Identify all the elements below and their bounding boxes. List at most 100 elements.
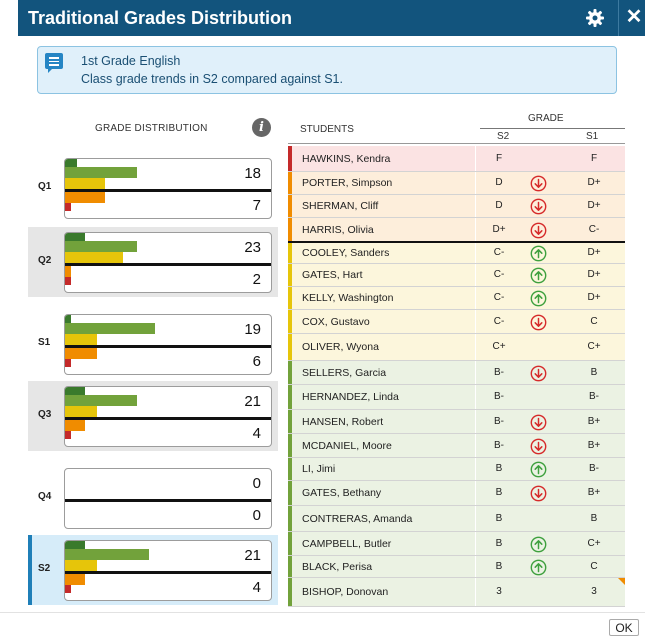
student-row[interactable]: KELLY, Washington C- D+ <box>288 287 625 310</box>
student-row[interactable]: LI, Jimi B B- <box>288 458 625 481</box>
period-label: S2 <box>38 563 51 574</box>
grade-band-marker <box>288 410 292 433</box>
dialog-title: Traditional Grades Distribution <box>28 8 293 28</box>
period-row-s2[interactable]: S2 21 4 <box>28 535 278 605</box>
arrow-up-icon <box>530 267 547 284</box>
message-icon <box>45 53 63 73</box>
period-row-q1[interactable]: Q1 18 7 <box>28 153 278 223</box>
s2-grade: C+ <box>492 341 506 352</box>
grade-band-marker <box>288 146 292 171</box>
close-icon[interactable]: ✕ <box>624 5 644 29</box>
student-row[interactable]: COX, Gustavo C- C <box>288 310 625 334</box>
s1-grade: B+ <box>587 487 601 498</box>
student-row[interactable]: MCDANIEL, Moore B- B+ <box>288 434 625 458</box>
green-bar <box>65 395 137 406</box>
count-below: 4 <box>252 579 261 596</box>
student-row[interactable]: COOLEY, Sanders C- D+ <box>288 243 625 264</box>
class-name: 1st Grade English <box>81 54 181 68</box>
red-bar <box>65 431 71 439</box>
s2-grade: B <box>495 487 503 498</box>
period-row-q3[interactable]: Q3 21 4 <box>28 381 278 451</box>
student-row[interactable]: HARRIS, Olivia D+ C- <box>288 218 625 243</box>
count-above: 23 <box>244 239 261 256</box>
s1-grade: C+ <box>587 341 601 352</box>
student-name: COOLEY, Sanders <box>302 247 390 259</box>
dark-green-bar <box>65 541 85 549</box>
period-row-q2[interactable]: Q2 23 2 <box>28 227 278 297</box>
info-banner: 1st Grade English Class grade trends in … <box>37 46 617 94</box>
arrow-up-icon <box>530 290 547 307</box>
distribution-card[interactable]: 21 4 <box>64 386 272 447</box>
s2-grade: C- <box>493 292 505 303</box>
arrow-down-icon <box>530 222 547 239</box>
corner-flag-icon <box>618 578 625 585</box>
student-row[interactable]: GATES, Bethany B B+ <box>288 481 625 506</box>
student-row[interactable]: PORTER, Simpson D D+ <box>288 172 625 195</box>
distribution-card[interactable]: 21 4 <box>64 540 272 601</box>
orange-bar <box>65 420 85 431</box>
grade-band-marker <box>288 334 292 360</box>
s2-grade: B- <box>494 416 504 427</box>
student-name: COX, Gustavo <box>302 316 370 328</box>
arrow-down-icon <box>530 198 547 215</box>
student-row[interactable]: OLIVER, Wyona C+ C+ <box>288 334 625 361</box>
grade-band-marker <box>288 532 292 555</box>
info-icon[interactable]: i <box>252 118 271 137</box>
orange-bar <box>65 192 105 203</box>
distribution-card[interactable]: 18 7 <box>64 158 272 219</box>
s1-header: S1 <box>586 131 599 142</box>
grade-band-marker <box>288 310 292 333</box>
arrow-down-icon <box>530 314 547 331</box>
student-row[interactable]: BLACK, Perisa B C <box>288 556 625 578</box>
grade-band-marker <box>288 218 292 242</box>
student-name: LI, Jimi <box>302 463 336 475</box>
count-above: 18 <box>244 165 261 182</box>
s1-grade: D+ <box>587 269 601 280</box>
student-name: OLIVER, Wyona <box>302 341 379 353</box>
s1-grade: B+ <box>587 416 601 427</box>
s1-grade: B- <box>589 463 599 474</box>
student-row[interactable]: CAMPBELL, Butler B C+ <box>288 532 625 556</box>
arrow-down-icon <box>530 365 547 382</box>
s2-grade: D <box>495 177 503 188</box>
ok-button[interactable]: OK <box>609 619 639 636</box>
arrow-up-icon <box>530 536 547 553</box>
info-description: Class grade trends in S2 compared agains… <box>81 72 343 86</box>
student-name: BLACK, Perisa <box>302 561 373 573</box>
grade-band-marker <box>288 506 292 531</box>
arrow-down-icon <box>530 414 547 431</box>
student-row[interactable]: HAWKINS, Kendra F F <box>288 146 625 172</box>
student-row[interactable]: GATES, Hart C- D+ <box>288 264 625 287</box>
s1-grade: C- <box>588 224 600 235</box>
red-bar <box>65 277 71 285</box>
grade-band-marker <box>288 243 292 263</box>
period-row-s1[interactable]: S1 19 6 <box>28 309 278 379</box>
grade-band-marker <box>288 385 292 409</box>
period-row-q4[interactable]: Q4 0 0 <box>28 463 278 533</box>
student-row[interactable]: BISHOP, Donovan 3 3 <box>288 578 625 607</box>
s2-grade: B- <box>494 367 504 378</box>
count-below: 2 <box>252 271 261 288</box>
dark-green-bar <box>65 315 71 323</box>
divider-line <box>65 263 271 266</box>
arrow-down-icon <box>530 175 547 192</box>
distribution-card[interactable]: 00 <box>64 468 272 529</box>
student-row[interactable]: HERNANDEZ, Linda B- B- <box>288 385 625 410</box>
student-name: GATES, Bethany <box>302 487 382 499</box>
arrow-down-icon <box>530 485 547 502</box>
grade-band-marker <box>288 458 292 480</box>
s2-grade: B <box>495 513 503 524</box>
s1-grade: B- <box>589 391 599 402</box>
s1-grade: B <box>590 513 598 524</box>
student-name: MCDANIEL, Moore <box>302 440 392 452</box>
gear-icon[interactable] <box>583 6 607 30</box>
count-above: 21 <box>244 547 261 564</box>
distribution-card[interactable]: 23 2 <box>64 232 272 293</box>
count-below: 0 <box>252 507 261 524</box>
distribution-card[interactable]: 19 6 <box>64 314 272 375</box>
student-row[interactable]: SHERMAN, Cliff D D+ <box>288 195 625 218</box>
student-row[interactable]: SELLERS, Garcia B- B <box>288 361 625 385</box>
student-row[interactable]: HANSEN, Robert B- B+ <box>288 410 625 434</box>
count-above: 0 <box>252 475 261 492</box>
student-row[interactable]: CONTRERAS, Amanda B B <box>288 506 625 532</box>
